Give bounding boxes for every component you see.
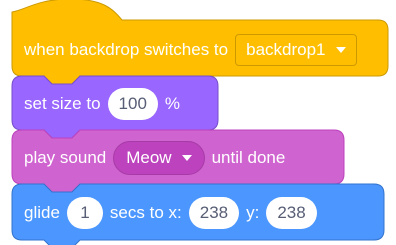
event-label: when backdrop switches to — [24, 40, 229, 59]
play-sound-block[interactable]: play sound Meow until done — [0, 129, 396, 193]
y-input[interactable]: 238 — [266, 197, 317, 229]
until-done-label: until done — [211, 148, 286, 167]
sound-dropdown-value: Meow — [126, 148, 172, 167]
set-size-block[interactable]: set size to 100 % — [0, 75, 240, 139]
chevron-down-icon — [181, 155, 192, 161]
percent-label: % — [164, 94, 181, 113]
size-input[interactable]: 100 — [107, 88, 158, 120]
play-sound-label: play sound — [24, 148, 107, 167]
event-hat-block[interactable]: when backdrop switches to backdrop1 — [0, 0, 396, 85]
glide-label: glide — [24, 203, 60, 222]
glide-block[interactable]: glide 1 secs to x: 238 y: 238 — [0, 183, 396, 245]
backdrop-dropdown-value: backdrop1 — [246, 40, 326, 59]
secs-input[interactable]: 1 — [66, 197, 103, 229]
set-size-label: set size to — [24, 94, 101, 113]
y-label: y: — [246, 203, 260, 222]
backdrop-dropdown[interactable]: backdrop1 — [235, 34, 357, 66]
chevron-down-icon — [335, 47, 346, 53]
x-input[interactable]: 238 — [188, 197, 240, 229]
sound-dropdown[interactable]: Meow — [113, 141, 205, 175]
secs-to-x-label: secs to x: — [109, 203, 182, 222]
